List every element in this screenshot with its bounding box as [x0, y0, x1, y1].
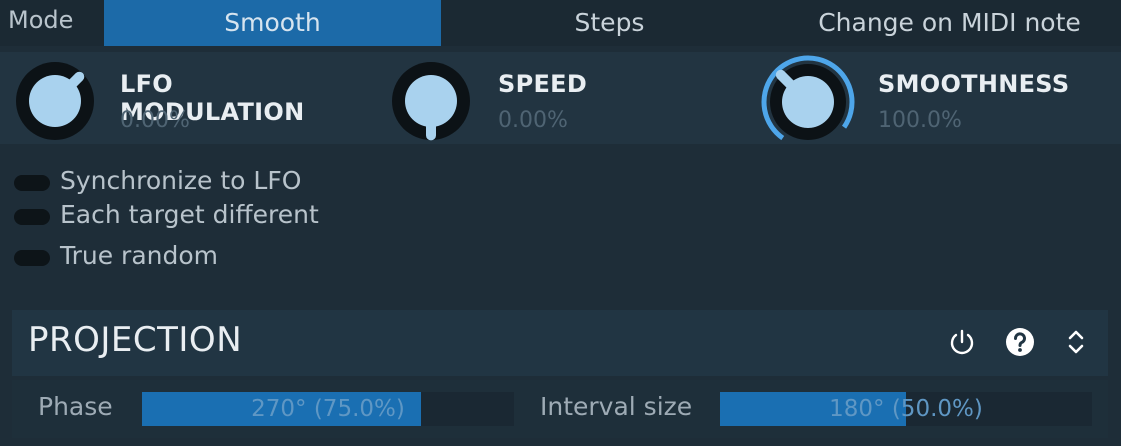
mode-option-steps[interactable]: Steps [441, 0, 778, 46]
smoothness-title: SMOOTHNESS [878, 70, 1070, 98]
power-icon[interactable] [944, 324, 980, 360]
speed-value: 0.00% [498, 108, 568, 133]
phase-label: Phase [38, 392, 113, 421]
mode-option-smooth[interactable]: Smooth [104, 0, 441, 46]
smoothness-panel: SMOOTHNESS 100.0% [742, 52, 1121, 149]
lfo-modulation-panel: LFO MODULATION 0.00% [0, 52, 366, 144]
each-target-different-switch[interactable] [14, 209, 50, 225]
phase-slider[interactable]: 270° (75.0%) [142, 392, 514, 426]
speed-title: SPEED [498, 70, 588, 98]
each-target-different-label: Each target different [60, 200, 319, 229]
expand-collapse-icon[interactable] [1058, 324, 1094, 360]
interval-size-slider[interactable]: 180° (50.0%) [720, 392, 1092, 426]
speed-knob[interactable] [388, 58, 474, 144]
help-icon[interactable] [1002, 324, 1038, 360]
phase-value: 270° (75.0%) [251, 396, 405, 422]
speed-panel: SPEED 0.00% [366, 52, 742, 144]
true-random-label: True random [60, 241, 219, 270]
smoothness-knob[interactable] [760, 54, 856, 150]
lfo-modulation-value: 0.00% [120, 108, 190, 133]
interval-size-value: 180° (50.0%) [829, 396, 983, 422]
mode-label: Mode [8, 6, 74, 34]
projection-title: PROJECTION [28, 320, 243, 360]
mode-selector: Mode Smooth Steps Change on MIDI note [0, 0, 1121, 46]
smoothness-value: 100.0% [878, 108, 962, 133]
synchronize-to-lfo-switch[interactable] [14, 175, 50, 191]
synchronize-to-lfo-label: Synchronize to LFO [60, 166, 302, 195]
interval-size-label: Interval size [540, 392, 693, 421]
projection-header: PROJECTION [12, 310, 1108, 376]
true-random-switch[interactable] [14, 250, 50, 266]
lfo-modulation-knob[interactable] [12, 58, 98, 144]
projection-parameters: Phase 270° (75.0%) Interval size 180° (5… [12, 380, 1108, 438]
mode-option-change-on-midi-note[interactable]: Change on MIDI note [778, 0, 1121, 46]
